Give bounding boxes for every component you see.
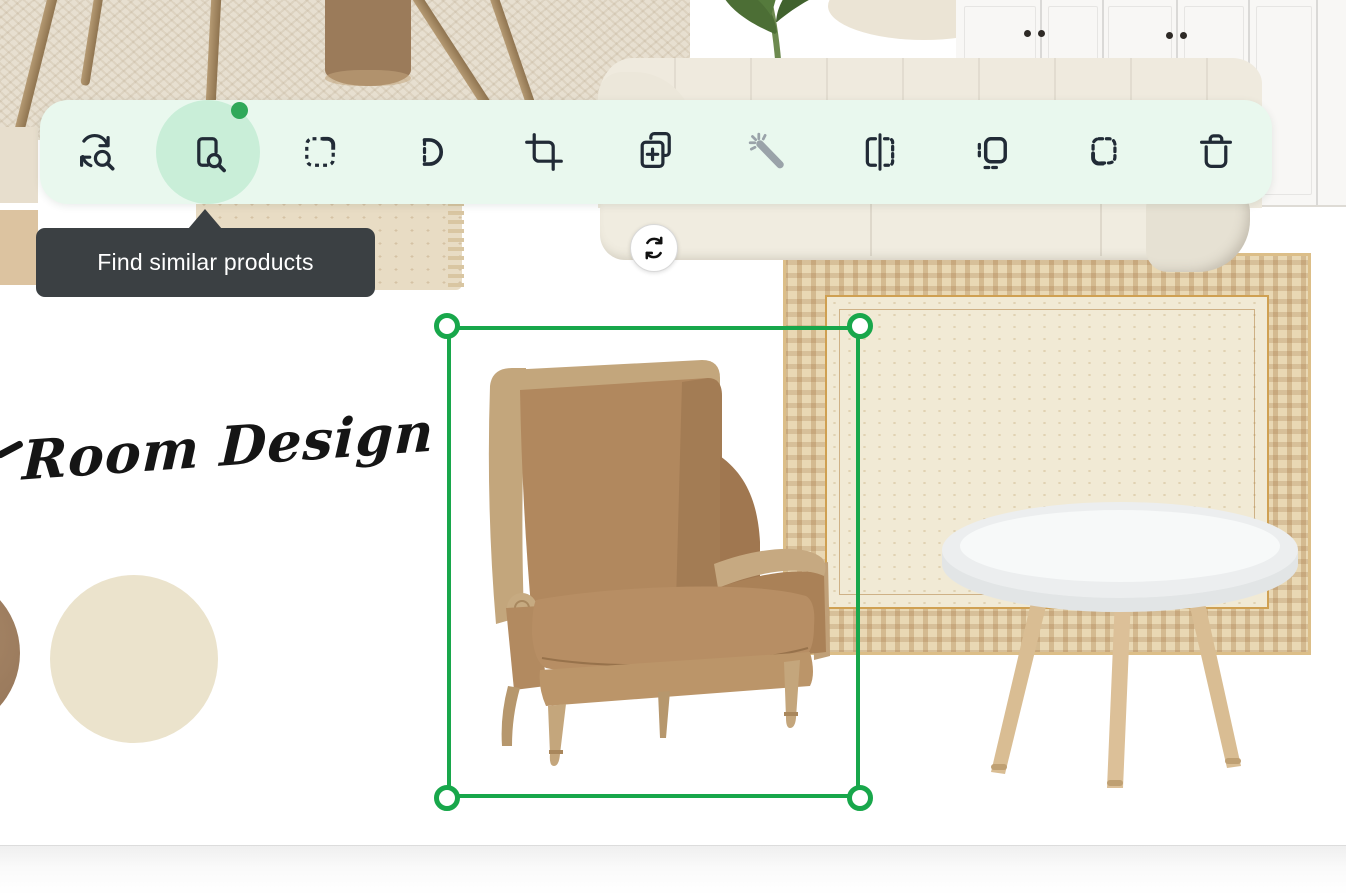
color-swatch-light[interactable] [0,127,38,203]
rotate-handle[interactable] [630,224,678,272]
selection-handle-bottom-right[interactable] [847,785,873,811]
send-backward-button[interactable] [1070,118,1138,186]
duplicate-add-icon [633,129,679,175]
sofa-seam [870,196,872,256]
canvas-bottom-edge [0,845,1346,894]
design-canvas: Room Design [0,0,1346,894]
wooden-leg [80,0,105,86]
floating-toolbar [40,100,1272,204]
magic-wand-icon [745,129,791,175]
tooltip-arrow [188,209,222,229]
selection-handle-top-right[interactable] [847,313,873,339]
rotate-icon [639,233,669,263]
cream-circle[interactable] [50,575,218,743]
flip-horizontal-button[interactable] [846,118,914,186]
selection-handle-bottom-left[interactable] [434,785,460,811]
delete-button[interactable] [1182,118,1250,186]
cabinet-knob [1024,30,1031,37]
send-backward-icon [1081,129,1127,175]
selection-box[interactable] [447,326,860,798]
marquee-selection-icon [297,129,343,175]
replace-search-icon [73,129,119,175]
brown-circle[interactable] [0,573,20,733]
tooltip-label: Find similar products [97,249,313,276]
new-feature-badge [231,102,248,119]
corner-radius-button[interactable] [398,118,466,186]
cabinet-knob [1180,32,1187,39]
find-similar-icon [185,129,231,175]
find-similar-products-button[interactable] [174,118,242,186]
board-title[interactable]: Room Design [21,407,323,492]
corner-radius-icon [409,129,455,175]
magic-wand-button[interactable] [734,118,802,186]
selection-handle-top-left[interactable] [434,313,460,339]
trash-icon [1193,129,1239,175]
replace-search-button[interactable] [62,118,130,186]
sofa-seam [1100,196,1102,256]
round-coffee-table[interactable] [935,498,1305,790]
bring-forward-icon [969,129,1015,175]
cabinet-seam [1316,0,1318,205]
cardboard-vase-rim [325,70,411,86]
color-swatch-tan[interactable] [0,210,38,285]
handwriting-stroke [0,440,24,459]
cabinet-knob [1166,32,1173,39]
duplicate-add-button[interactable] [622,118,690,186]
marquee-selection-button[interactable] [286,118,354,186]
crop-button[interactable] [510,118,578,186]
flip-horizontal-icon [857,129,903,175]
crop-icon [521,129,567,175]
bring-forward-button[interactable] [958,118,1026,186]
pillow-fringe [448,202,464,288]
tooltip: Find similar products [36,228,375,297]
cabinet-knob [1038,30,1045,37]
